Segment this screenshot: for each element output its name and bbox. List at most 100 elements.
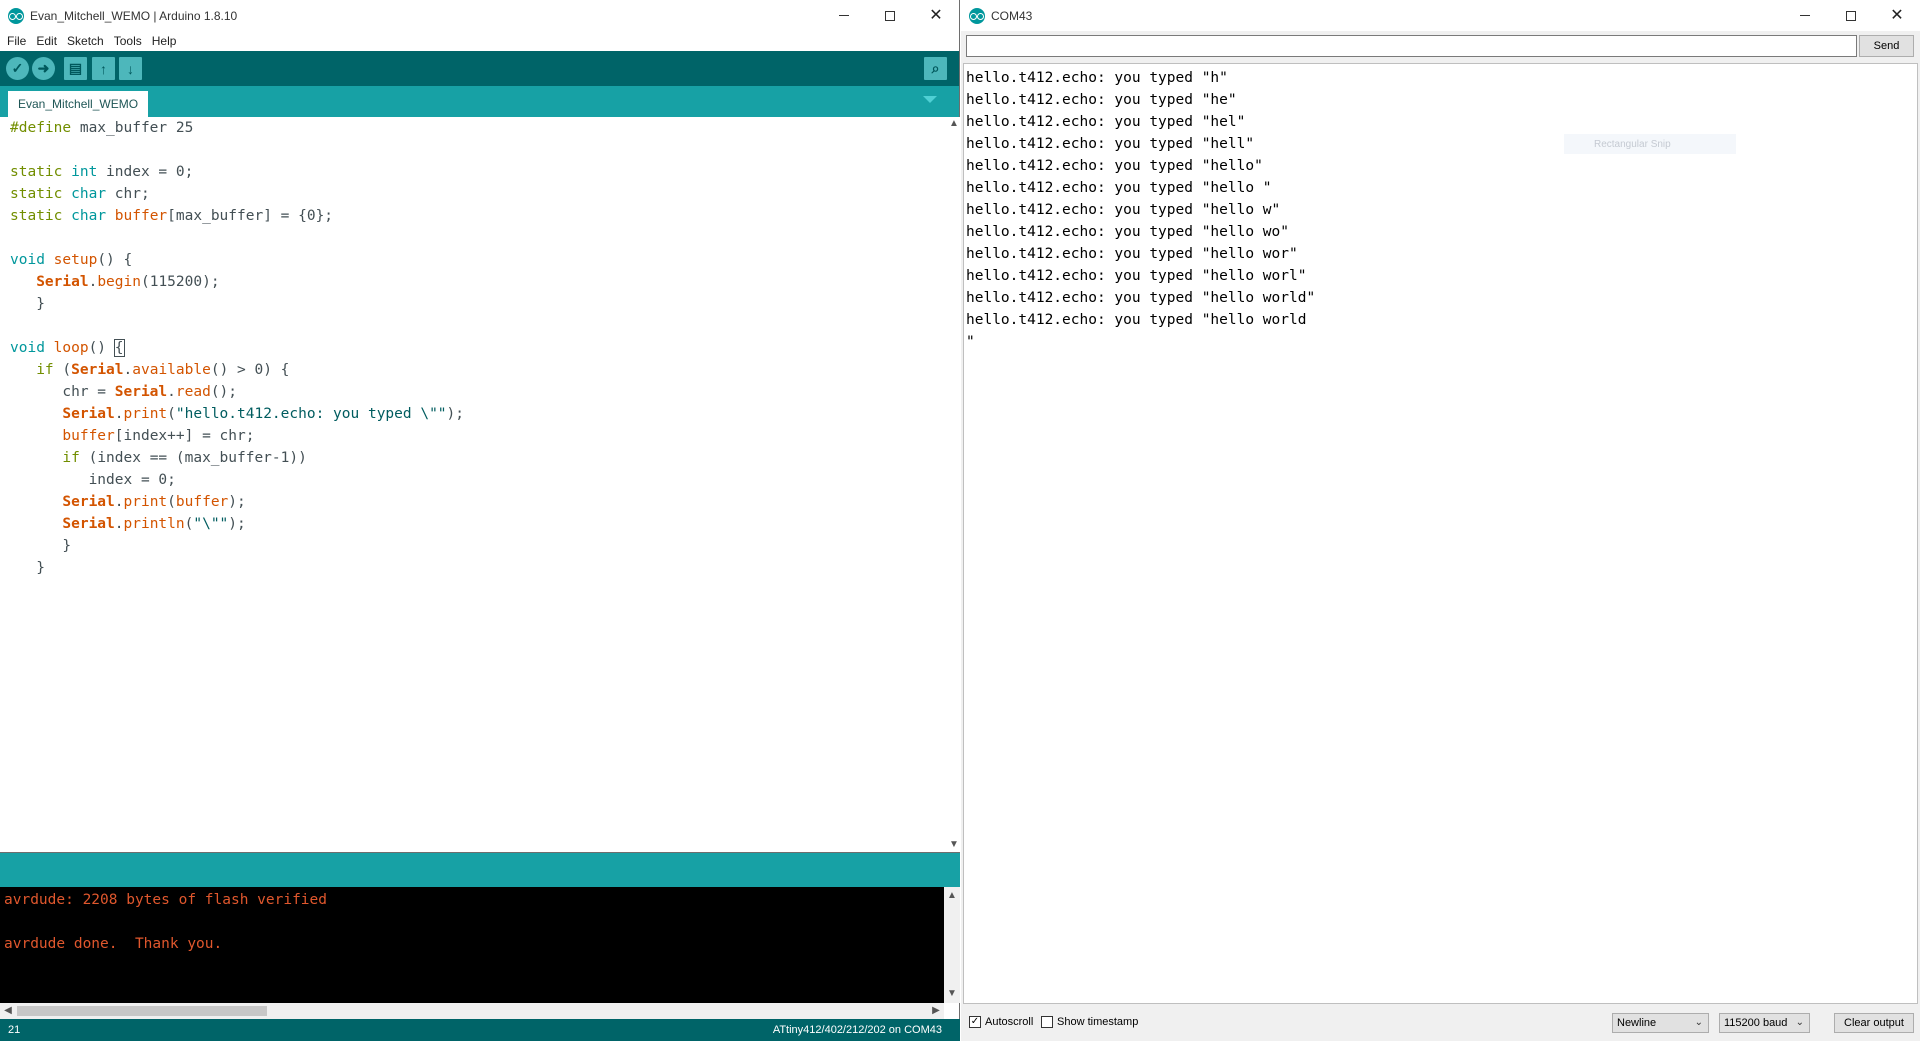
scroll-up-icon[interactable]: ▲: [948, 117, 960, 131]
close-button[interactable]: ✕: [913, 0, 959, 31]
output-line: hello.t412.echo: you typed "hello wo": [966, 224, 1290, 240]
code-line: }: [10, 560, 45, 576]
maximize-button[interactable]: [867, 0, 913, 31]
minimize-icon: [839, 15, 849, 16]
minimize-icon: [1800, 15, 1810, 16]
minimize-button[interactable]: [1782, 0, 1828, 31]
clear-output-button[interactable]: Clear output: [1834, 1013, 1914, 1033]
serial-footer: ✓ Autoscroll Show timestamp Newline ⌄ 11…: [961, 1006, 1920, 1041]
tab-bar: Evan_Mitchell_WEMO: [0, 86, 959, 117]
new-sketch-button[interactable]: ▤: [64, 57, 87, 80]
menu-tools[interactable]: Tools: [109, 34, 147, 48]
serial-monitor-window: COM43 ✕ Send hello.t412.echo: you typed …: [961, 0, 1920, 1041]
output-line: hello.t412.echo: you typed "hello ": [966, 180, 1272, 196]
rectangular-snip-tooltip: Rectangular Snip: [1564, 134, 1736, 154]
line-ending-value: Newline: [1617, 1017, 1657, 1029]
show-timestamp-label: Show timestamp: [1057, 1016, 1139, 1028]
code-line: }: [10, 296, 45, 312]
output-line: hello.t412.echo: you typed "hel": [966, 114, 1246, 130]
baud-rate-select[interactable]: 115200 baud ⌄: [1719, 1013, 1810, 1033]
autoscroll-checkbox[interactable]: ✓ Autoscroll: [969, 1016, 1033, 1028]
code-line: Serial.println("\"");: [62, 516, 246, 532]
menu-file[interactable]: File: [2, 34, 31, 48]
output-line: hello.t412.echo: you typed "hello world: [966, 312, 1307, 328]
line-ending-select[interactable]: Newline ⌄: [1612, 1013, 1709, 1033]
serial-window-title: COM43: [991, 8, 1033, 23]
code-line: #define max_buffer 25: [10, 120, 194, 136]
checkbox-unchecked-icon: [1041, 1016, 1053, 1028]
console-horizontal-scrollbar[interactable]: ◀ ▶: [0, 1003, 944, 1019]
chevron-down-icon: ⌄: [1694, 1017, 1703, 1028]
open-sketch-button[interactable]: ↑: [92, 57, 115, 80]
output-line: hello.t412.echo: you typed "h": [966, 70, 1228, 86]
code-editor[interactable]: #define max_buffer 25 static int index =…: [0, 117, 948, 852]
output-line: hello.t412.echo: you typed "hello wor": [966, 246, 1298, 262]
menu-sketch[interactable]: Sketch: [62, 34, 109, 48]
autoscroll-label: Autoscroll: [985, 1016, 1034, 1028]
down-arrow-icon: ↓: [127, 60, 134, 77]
scroll-down-icon[interactable]: ▼: [946, 987, 958, 1001]
code-line: static int index = 0;: [10, 164, 194, 180]
console-vertical-scrollbar[interactable]: ▲ ▼: [944, 887, 960, 1003]
menubar: File Edit Sketch Tools Help: [0, 31, 959, 51]
code-line: Serial.print("hello.t412.echo: you typed…: [62, 406, 464, 422]
magnifier-icon: ⌕: [931, 60, 940, 76]
serial-send-input[interactable]: [966, 35, 1857, 57]
output-line: hello.t412.echo: you typed "he": [966, 92, 1237, 108]
code-line: chr = Serial.read();: [10, 384, 238, 400]
code-line: if (Serial.available() > 0) {: [36, 362, 290, 378]
close-icon: ✕: [929, 6, 943, 24]
output-line: hello.t412.echo: you typed "hello world": [966, 290, 1316, 306]
menu-help[interactable]: Help: [147, 34, 182, 48]
upload-button[interactable]: ➜: [32, 57, 55, 80]
code-line: if (index == (max_buffer-1)): [62, 450, 307, 466]
verify-button[interactable]: ✓: [6, 57, 29, 80]
output-line: hello.t412.echo: you typed "hello w": [966, 202, 1281, 218]
close-icon: ✕: [1890, 6, 1904, 24]
show-timestamp-checkbox[interactable]: Show timestamp: [1041, 1016, 1138, 1028]
scroll-left-icon[interactable]: ◀: [2, 1004, 14, 1018]
editor-scrollbar[interactable]: ▲ ▼: [948, 117, 960, 852]
output-line: hello.t412.echo: you typed "hello worl": [966, 268, 1307, 284]
arduino-logo-icon: [8, 7, 24, 24]
new-file-icon: ▤: [68, 60, 83, 76]
maximize-button[interactable]: [1828, 0, 1874, 31]
close-button[interactable]: ✕: [1874, 0, 1920, 31]
code-line: static char buffer[max_buffer] = {0};: [10, 208, 334, 224]
ide-status-bar: 21 ATtiny412/402/212/202 on COM43: [0, 1019, 960, 1041]
ide-titlebar: Evan_Mitchell_WEMO | Arduino 1.8.10 ✕: [0, 0, 959, 31]
scroll-up-icon[interactable]: ▲: [946, 889, 958, 903]
checkmark-icon: ✓: [11, 60, 24, 76]
chevron-down-icon: ⌄: [1795, 1017, 1804, 1028]
scroll-right-icon[interactable]: ▶: [930, 1004, 942, 1018]
right-arrow-icon: ➜: [37, 60, 50, 76]
tab-menu-dropdown-icon[interactable]: [923, 96, 937, 103]
board-port-info: ATtiny412/402/212/202 on COM43: [772, 1024, 942, 1036]
code-line: Serial.begin(115200);: [36, 274, 220, 290]
save-sketch-button[interactable]: ↓: [119, 57, 142, 80]
maximize-icon: [885, 10, 895, 21]
line-number: 21: [8, 1024, 21, 1036]
up-arrow-icon: ↑: [100, 60, 107, 77]
code-line: void setup() {: [10, 252, 133, 268]
serial-input-row: Send: [961, 31, 1920, 61]
serial-monitor-button[interactable]: ⌕: [924, 57, 947, 80]
serial-output[interactable]: hello.t412.echo: you typed "h" hello.t41…: [963, 63, 1918, 1004]
maximize-icon: [1846, 10, 1856, 21]
serial-titlebar: COM43 ✕: [961, 0, 1920, 31]
arduino-logo-icon: [969, 7, 985, 24]
scrollbar-thumb[interactable]: [17, 1006, 267, 1016]
ide-toolbar: ✓ ➜ ▤ ↑ ↓ ⌕: [0, 51, 959, 86]
tab-sketch[interactable]: Evan_Mitchell_WEMO: [8, 91, 149, 117]
scroll-down-icon[interactable]: ▼: [948, 838, 960, 852]
code-line: Serial.print(buffer);: [62, 494, 246, 510]
checkbox-checked-icon: ✓: [969, 1016, 981, 1028]
console-line: avrdude done. Thank you.: [4, 936, 223, 952]
menu-edit[interactable]: Edit: [31, 34, 62, 48]
minimize-button[interactable]: [821, 0, 867, 31]
send-button[interactable]: Send: [1859, 35, 1914, 57]
code-line: void loop() {: [10, 339, 125, 357]
